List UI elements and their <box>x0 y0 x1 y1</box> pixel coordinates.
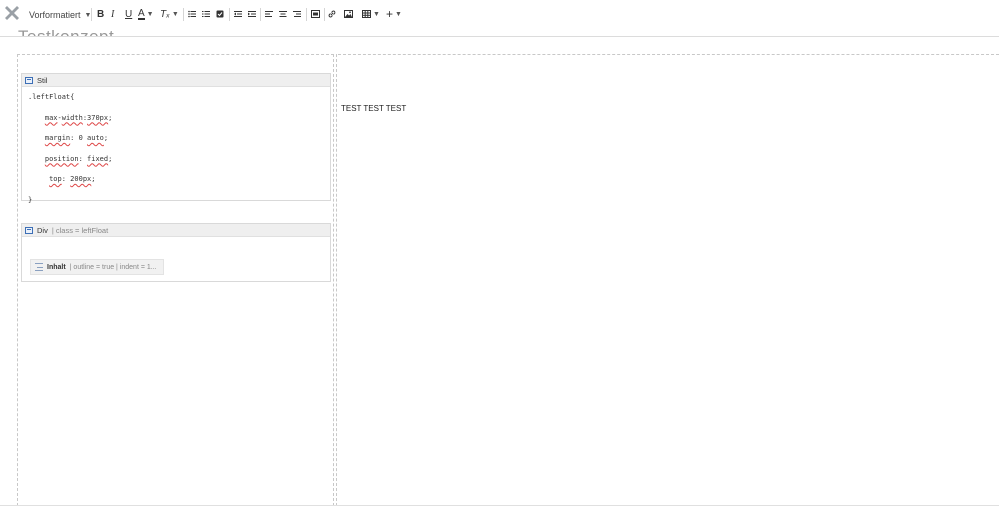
paragraph-style-value: Vorformatiert <box>29 10 81 20</box>
toolbar-separator <box>260 8 261 21</box>
code-token: max <box>44 113 58 122</box>
bulleted-list-icon[interactable] <box>188 7 196 21</box>
page-title: Testkonzept <box>18 27 115 37</box>
code-token: ; <box>108 154 113 163</box>
checklist-icon[interactable] <box>216 7 224 21</box>
style-widget[interactable]: Stil .leftFloat{ max-width:370px; margin… <box>21 73 331 204</box>
div-widget[interactable]: Div | class = leftFloat Inhalt | outline… <box>21 223 331 282</box>
code-token: : 0 <box>70 134 88 142</box>
remove-format-icon: Tₓ <box>160 8 170 20</box>
chevron-down-icon: ▼ <box>395 10 402 18</box>
align-left-icon[interactable] <box>265 7 273 21</box>
plus-icon: + <box>386 7 394 21</box>
code-token: margin <box>44 134 71 142</box>
code-line: margin: 0 auto; <box>28 133 330 154</box>
right-column[interactable] <box>338 54 999 506</box>
code-line: } <box>28 195 330 205</box>
code-text: } <box>28 195 33 204</box>
toolbar-separator <box>229 8 230 21</box>
div-widget-header[interactable]: Div | class = leftFloat <box>22 224 330 237</box>
code-token: ; <box>108 113 113 122</box>
css-code-editor[interactable]: .leftFloat{ max-width:370px; margin: 0 a… <box>22 87 330 205</box>
code-line: position: fixed; <box>28 154 330 175</box>
italic-button[interactable]: I <box>111 7 114 21</box>
content-widget-meta: | outline = true | indent = 1... <box>69 263 157 271</box>
outdent-icon[interactable] <box>234 7 242 21</box>
code-token: : <box>78 154 88 163</box>
toolbar-separator <box>306 8 307 21</box>
right-column-text[interactable]: TEST TEST TEST <box>341 104 406 113</box>
code-text: .leftFloat{ <box>28 93 75 101</box>
remove-format-button[interactable]: Tₓ ▼ <box>160 7 179 21</box>
code-token: 200px <box>70 175 92 183</box>
bold-button[interactable]: B <box>97 7 104 21</box>
content-widget-title: Inhalt <box>47 263 66 271</box>
numbered-list-icon[interactable] <box>202 7 210 21</box>
code-token: auto <box>87 134 104 142</box>
font-color-button[interactable]: A ▼ <box>138 7 154 21</box>
indent-icon[interactable] <box>248 7 256 21</box>
bottom-border <box>0 505 999 506</box>
table-icon <box>362 10 371 18</box>
table-button[interactable]: ▼ <box>362 7 380 21</box>
toolbar-separator <box>324 8 325 21</box>
toolbar-separator <box>91 8 92 21</box>
code-line: top: 200px; <box>28 174 330 195</box>
toolbar-separator <box>183 8 184 21</box>
align-right-icon[interactable] <box>293 7 301 21</box>
code-token: : <box>61 175 71 183</box>
widget-icon <box>25 76 33 84</box>
insert-block-icon[interactable] <box>311 7 320 21</box>
code-token: top <box>49 175 62 183</box>
code-line: .leftFloat{ <box>28 92 330 113</box>
chevron-down-icon: ▼ <box>171 10 179 18</box>
code-token: ; <box>103 134 109 142</box>
style-widget-title: Stil <box>37 75 48 85</box>
code-token: width <box>61 113 83 122</box>
content-widget[interactable]: Inhalt | outline = true | indent = 1... <box>30 259 164 275</box>
font-color-label: A <box>138 7 145 20</box>
style-widget-header[interactable]: Stil <box>22 74 330 87</box>
code-token: ; <box>91 175 96 183</box>
widget-icon <box>25 226 33 234</box>
align-center-icon[interactable] <box>279 7 287 21</box>
underline-button[interactable]: U <box>125 7 132 21</box>
app-logo-icon[interactable] <box>4 6 20 22</box>
code-line: max-width:370px; <box>28 113 330 134</box>
outline-icon <box>35 263 43 271</box>
chevron-down-icon: ▼ <box>146 10 154 18</box>
chevron-down-icon: ▼ <box>373 10 380 18</box>
insert-more-button[interactable]: + ▼ <box>386 7 402 21</box>
div-widget-title: Div <box>37 225 48 235</box>
paragraph-style-select[interactable]: Vorformatiert ▼ <box>29 6 91 24</box>
div-widget-meta: | class = leftFloat <box>51 225 109 235</box>
image-icon[interactable] <box>344 7 353 21</box>
editor-toolbar: Vorformatiert ▼ B I U A ▼ Tₓ ▼ ▼ + ▼ <box>0 0 999 30</box>
code-token: position <box>44 154 79 163</box>
code-token: fixed <box>87 154 109 163</box>
code-token: 370px <box>87 113 109 122</box>
toolbar-divider <box>0 36 999 37</box>
link-icon[interactable] <box>328 7 336 21</box>
